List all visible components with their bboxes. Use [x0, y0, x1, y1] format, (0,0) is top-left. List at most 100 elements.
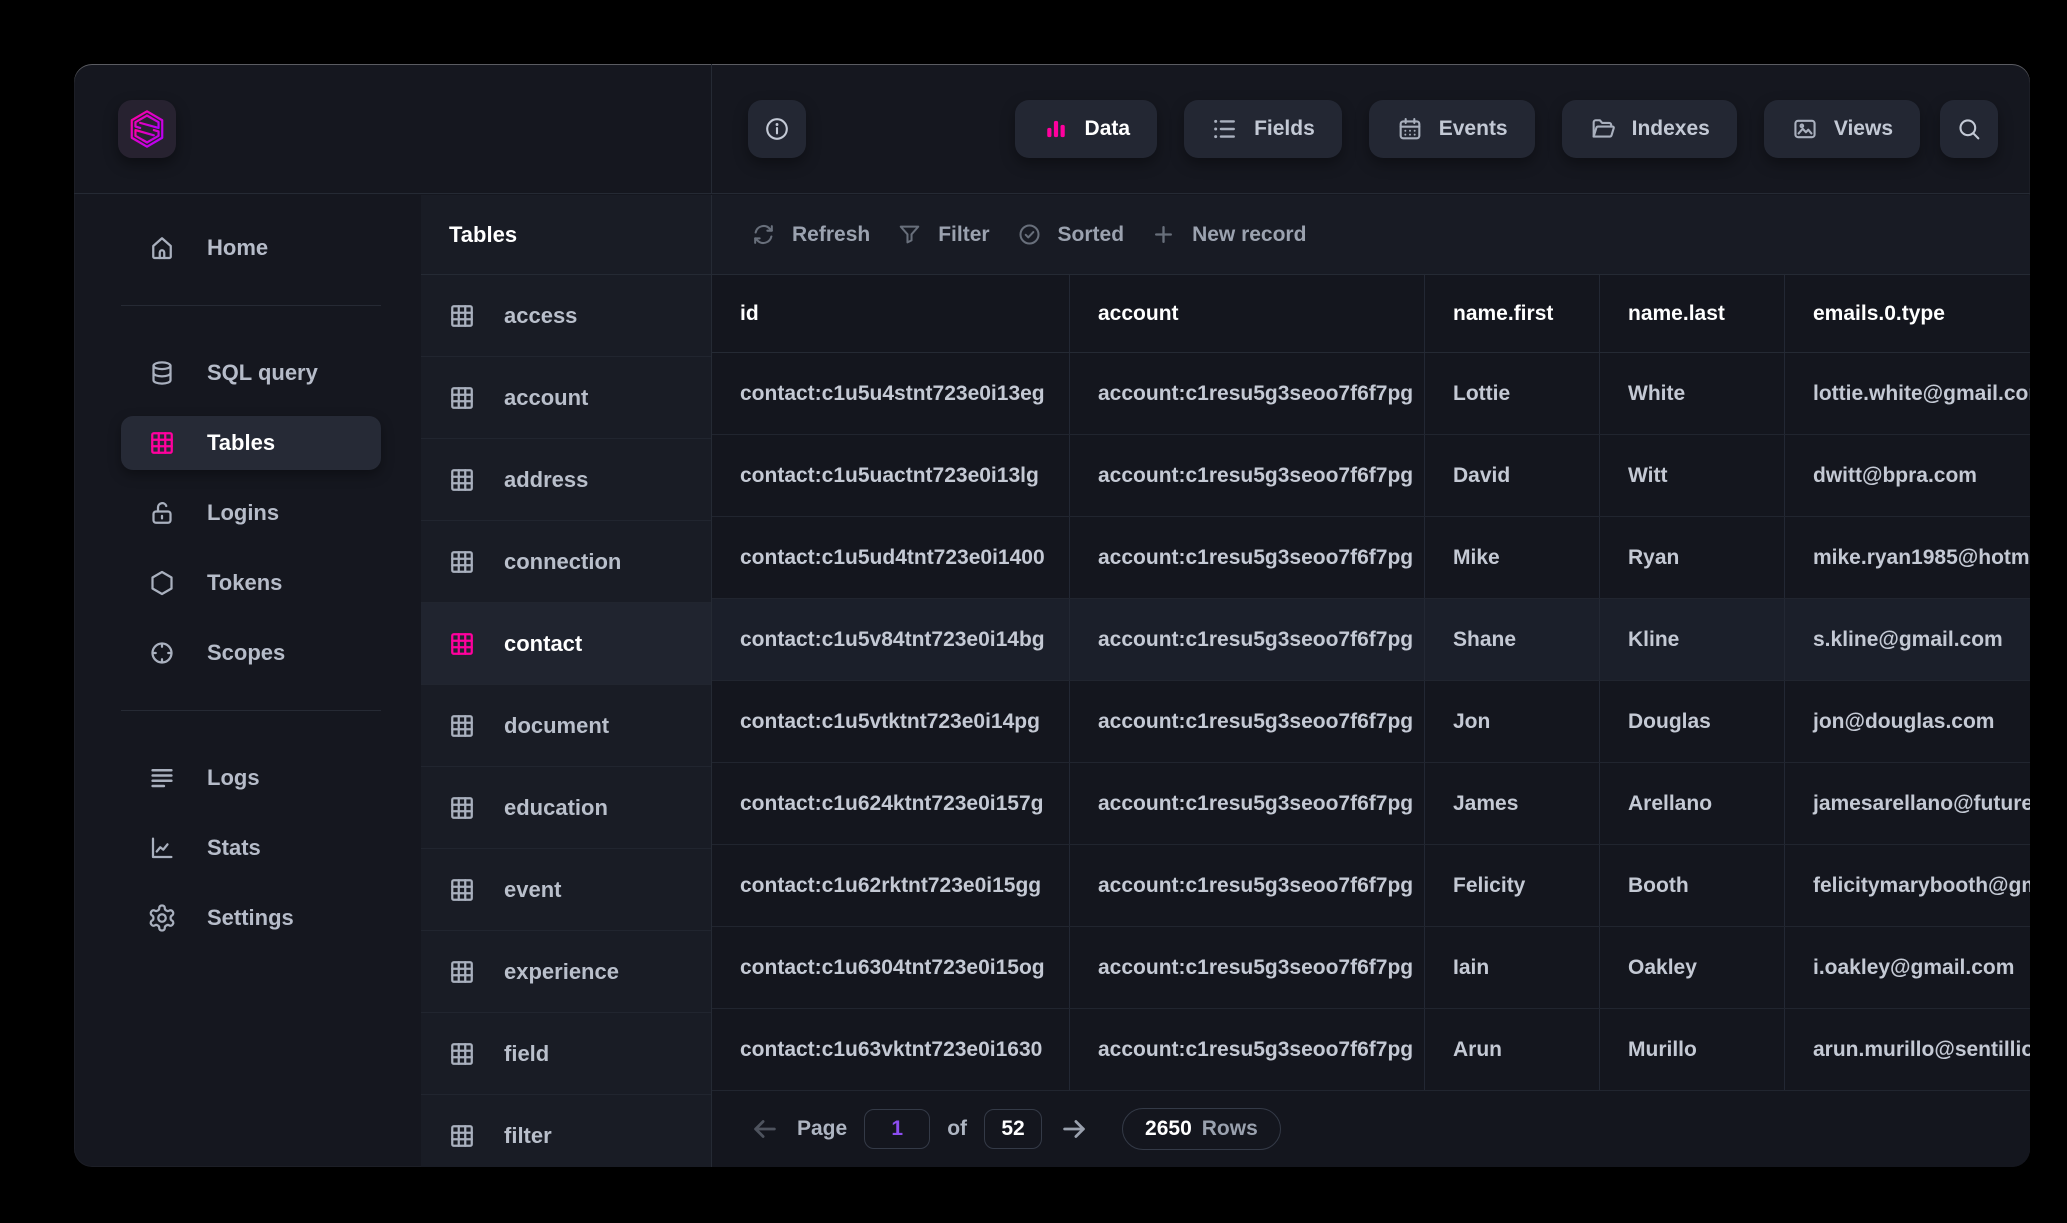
cell-account: account:c1resu5g3seoo7f6f7pg [1070, 845, 1425, 926]
grid-row[interactable]: contact:c1u5ud4tnt723e0i1400 account:c1r… [712, 517, 2030, 599]
table-list-item[interactable]: event [421, 849, 711, 931]
cell-name-first: Iain [1425, 927, 1600, 1008]
cell-name-first: Mike [1425, 517, 1600, 598]
table-list-item[interactable]: education [421, 767, 711, 849]
grid-row[interactable]: contact:c1u6304tnt723e0i15og account:c1r… [712, 927, 2030, 1009]
gear-icon [147, 903, 177, 933]
nav-button[interactable]: Views [1764, 100, 1920, 158]
grid-row[interactable]: contact:c1u5vtktnt723e0i14pg account:c1r… [712, 681, 2030, 763]
table-list-item[interactable]: account [421, 357, 711, 439]
grid-icon [447, 793, 477, 823]
grid-icon [447, 711, 477, 741]
grid-icon [447, 301, 477, 331]
sidebar-divider [121, 305, 381, 306]
grid-header-cell[interactable]: id [712, 275, 1070, 352]
calendar-icon [1396, 115, 1424, 143]
nav-button[interactable]: Data [1015, 100, 1158, 158]
sidebar-divider [121, 710, 381, 711]
sidebar: Home SQL query Tables Logins [74, 195, 421, 1167]
arrow-left-icon[interactable] [750, 1114, 780, 1144]
sidebar-item-label: Logins [207, 500, 279, 526]
grid-header-cell[interactable]: name.first [1425, 275, 1600, 352]
database-icon [147, 358, 177, 388]
search-button[interactable] [1940, 100, 1998, 158]
table-list-item[interactable]: contact [421, 603, 711, 685]
grid-icon [447, 383, 477, 413]
toolbar-action[interactable]: Sorted [1016, 221, 1125, 248]
table-name: filter [504, 1123, 552, 1149]
toolbar-action[interactable]: Refresh [750, 221, 870, 248]
table-list-item[interactable]: address [421, 439, 711, 521]
info-icon [763, 115, 791, 143]
cell-email-type: i.oakley@gmail.com [1785, 927, 2030, 1008]
column-label: emails.0.type [1813, 302, 1945, 326]
cell-name-last: Booth [1600, 845, 1785, 926]
grid-header-cell[interactable]: name.last [1600, 275, 1785, 352]
grid-header-cell[interactable]: account [1070, 275, 1425, 352]
sidebar-item[interactable]: Logins [121, 486, 381, 540]
surrealdb-logo-button[interactable] [118, 100, 176, 158]
column-label: account [1098, 302, 1179, 326]
cell-name-first: Lottie [1425, 353, 1600, 434]
nav-button[interactable]: Indexes [1562, 100, 1737, 158]
grid-row[interactable]: contact:c1u5u4stnt723e0i13eg account:c1r… [712, 353, 2030, 435]
table-list-item[interactable]: access [421, 275, 711, 357]
page-label: Page [797, 1117, 847, 1141]
cell-id: contact:c1u5uactnt723e0i13lg [712, 435, 1070, 516]
page-input[interactable]: 1 [864, 1109, 930, 1149]
toolbar-action[interactable]: New record [1150, 221, 1306, 248]
sidebar-item-label: Settings [207, 905, 294, 931]
nav-button[interactable]: Fields [1184, 100, 1342, 158]
folder-icon [1589, 115, 1617, 143]
bar-chart-icon [1042, 115, 1070, 143]
row-count: 2650 [1145, 1117, 1192, 1141]
image-icon [1791, 115, 1819, 143]
sidebar-item[interactable]: Home [121, 221, 381, 275]
cell-email-type: felicitymarybooth@gmail.com [1785, 845, 2030, 926]
table-list-item[interactable]: document [421, 685, 711, 767]
grid-row[interactable]: contact:c1u5uactnt723e0i13lg account:c1r… [712, 435, 2030, 517]
nav-button[interactable]: Events [1369, 100, 1535, 158]
header-left [74, 64, 712, 193]
sidebar-item-label: Logs [207, 765, 260, 791]
sidebar-item[interactable]: Tables [121, 416, 381, 470]
cell-id: contact:c1u5vtktnt723e0i14pg [712, 681, 1070, 762]
sidebar-item[interactable]: Settings [121, 891, 381, 945]
cell-name-last: Witt [1600, 435, 1785, 516]
nav-button-label: Indexes [1632, 117, 1710, 141]
table-list-item[interactable]: experience [421, 931, 711, 1013]
cell-id: contact:c1u5u4stnt723e0i13eg [712, 353, 1070, 434]
toolbar: Refresh Filter Sorted New record [712, 195, 2030, 275]
grid-row[interactable]: contact:c1u62rktnt723e0i15gg account:c1r… [712, 845, 2030, 927]
grid-icon [447, 465, 477, 495]
table-name: event [504, 877, 561, 903]
cell-name-last: Douglas [1600, 681, 1785, 762]
table-list-item[interactable]: filter [421, 1095, 711, 1167]
sidebar-item[interactable]: SQL query [121, 346, 381, 400]
arrow-right-icon[interactable] [1059, 1114, 1089, 1144]
cell-account: account:c1resu5g3seoo7f6f7pg [1070, 763, 1425, 844]
grid-row[interactable]: contact:c1u63vktnt723e0i1630 account:c1r… [712, 1009, 2030, 1091]
app-window: Data Fields Events Indexes [74, 64, 2030, 1167]
sidebar-item[interactable]: Stats [121, 821, 381, 875]
toolbar-action[interactable]: Filter [896, 221, 989, 248]
grid-header-cell[interactable]: emails.0.type [1785, 275, 2030, 352]
info-button[interactable] [748, 100, 806, 158]
table-list-item[interactable]: field [421, 1013, 711, 1095]
sidebar-item[interactable]: Logs [121, 751, 381, 805]
grid-row[interactable]: contact:c1u5v84tnt723e0i14bg account:c1r… [712, 599, 2030, 681]
sidebar-item-label: Scopes [207, 640, 285, 666]
refresh-icon [750, 221, 777, 248]
grid-row[interactable]: contact:c1u624ktnt723e0i157g account:c1r… [712, 763, 2030, 845]
table-name: address [504, 467, 588, 493]
grid-header-row: id account name.first name.last emails.0… [712, 275, 2030, 353]
column-label: name.last [1628, 302, 1725, 326]
table-list-item[interactable]: connection [421, 521, 711, 603]
window-header: Data Fields Events Indexes [74, 64, 2030, 194]
toolbar-action-label: Refresh [792, 223, 870, 247]
toolbar-action-label: Filter [938, 223, 989, 247]
sidebar-item[interactable]: Tokens [121, 556, 381, 610]
cell-name-first: David [1425, 435, 1600, 516]
sidebar-item[interactable]: Scopes [121, 626, 381, 680]
grid-icon [447, 957, 477, 987]
